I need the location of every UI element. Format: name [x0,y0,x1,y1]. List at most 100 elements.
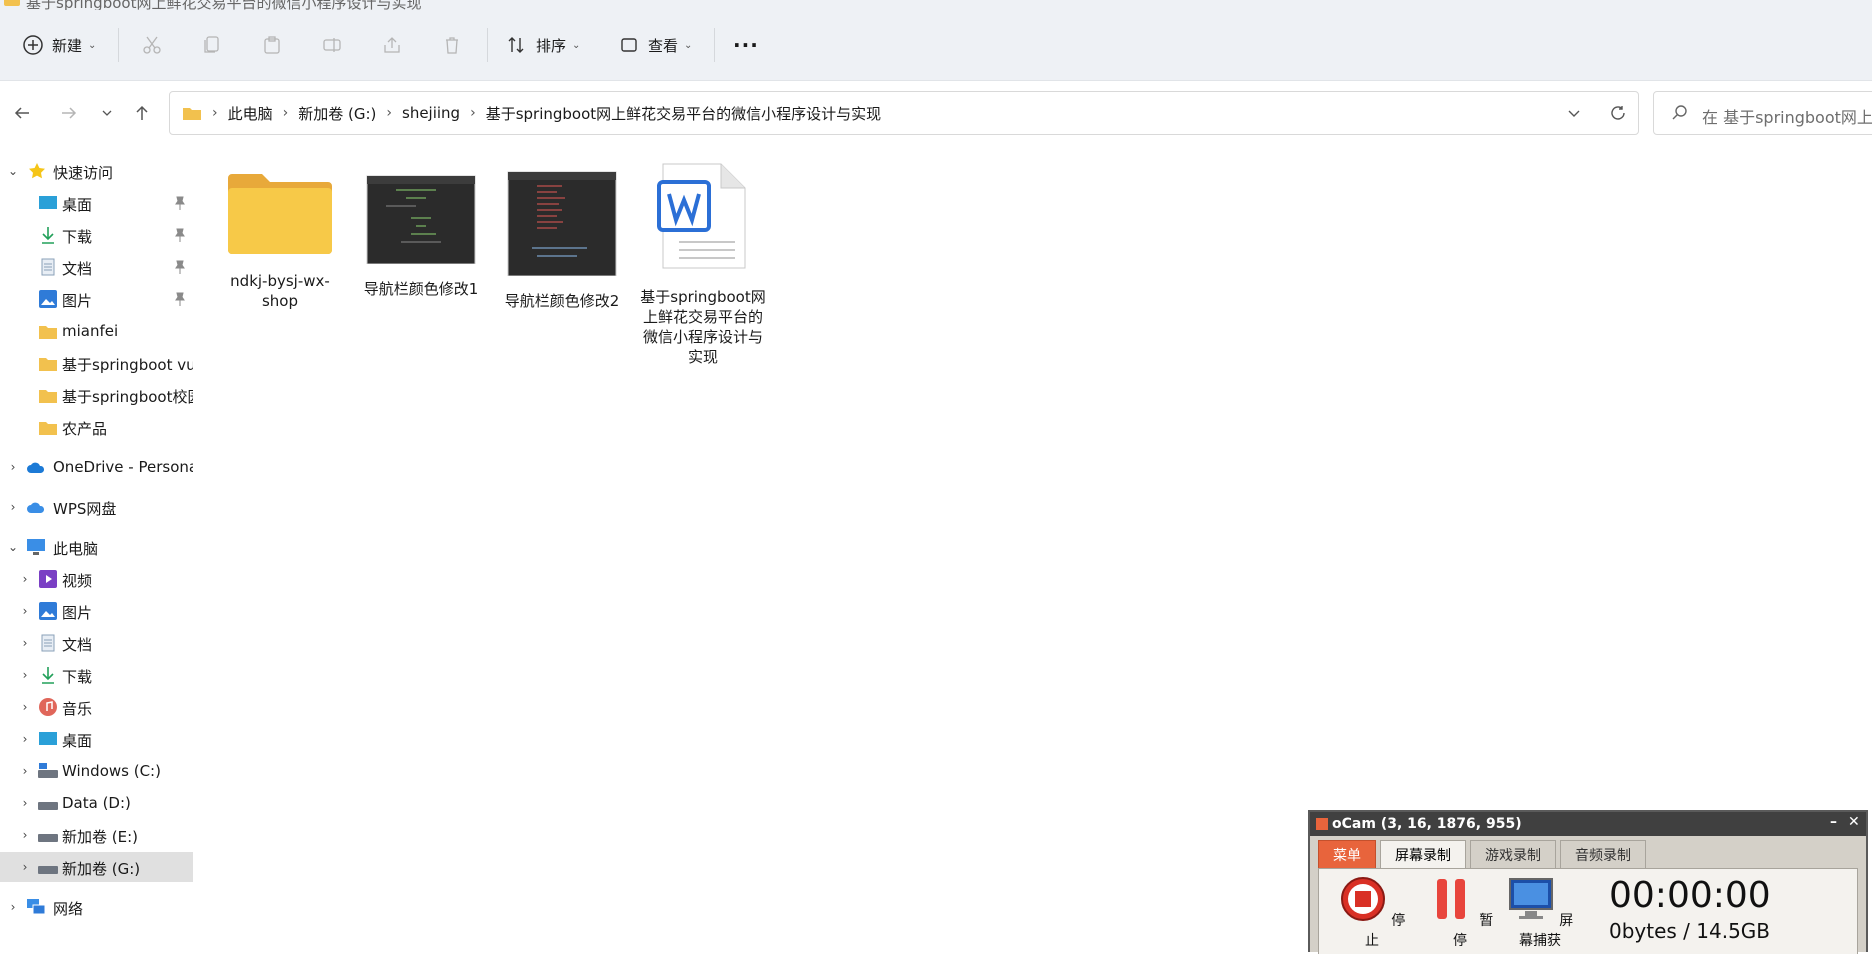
file-name: 导航栏颜色修改2 [504,292,620,310]
chevron-down-icon[interactable]: ⌄ [6,164,20,178]
copy-icon[interactable] [201,34,223,56]
pause-button[interactable]: 暂停 [1425,875,1495,950]
folder-icon [38,385,58,405]
sidebar-item-downloads[interactable]: 下载 [0,220,193,250]
sidebar-item-drive-g[interactable]: › 新加卷 (G:) [0,852,193,882]
chevron-right-icon[interactable]: › [18,572,32,586]
sidebar-item-drive-e[interactable]: › 新加卷 (E:) [0,820,193,850]
file-item-image[interactable]: 导航栏颜色修改2 [497,170,627,311]
chevron-right-icon[interactable]: › [18,636,32,650]
sidebar-item-folder[interactable]: mianfei [0,316,193,346]
folder-icon [38,353,58,373]
chevron-right-icon[interactable]: › [18,668,32,682]
forward-arrow-icon[interactable] [57,101,81,125]
sidebar-item-pictures[interactable]: 图片 [0,284,193,314]
chevron-right-icon[interactable]: › [18,860,32,874]
sidebar-item-drive-d[interactable]: › Data (D:) [0,788,193,818]
chevron-right-icon[interactable]: › [18,796,32,810]
sidebar-item-folder[interactable]: 基于springboot校园 [0,380,193,410]
sidebar-item-network[interactable]: › 网络 [0,892,193,922]
tab-game-recording[interactable]: 游戏录制 [1470,840,1556,868]
sort-button[interactable]: 排序 ⌄ [506,28,580,62]
breadcrumb-item[interactable]: 此电脑 [228,103,273,124]
ocam-logo-icon [1316,818,1328,830]
breadcrumb-item[interactable]: 基于springboot网上鲜花交易平台的微信小程序设计与实现 [486,103,881,124]
sidebar-item-wps[interactable]: › WPS网盘 [0,492,193,522]
file-item-image[interactable]: 导航栏颜色修改1 [356,170,486,299]
breadcrumb-item[interactable]: 新加卷 (G:) [298,103,376,124]
file-name: 导航栏颜色修改1 [363,280,479,298]
sidebar-item-downloads[interactable]: › 下载 [0,660,193,690]
tab-screen-recording[interactable]: 屏幕录制 [1380,840,1466,868]
window-title: 基于springboot网上鲜花交易平台的微信小程序设计与实现 [26,0,422,10]
sidebar-label: 新加卷 (G:) [62,860,141,878]
sidebar-item-this-pc[interactable]: ⌄ 此电脑 [0,532,193,562]
chevron-right-icon[interactable]: › [18,828,32,842]
history-chevron-icon[interactable] [1562,101,1586,125]
back-arrow-icon[interactable] [10,101,34,125]
tab-menu[interactable]: 菜单 [1318,840,1376,868]
star-icon [27,161,47,181]
delete-icon[interactable] [441,34,463,56]
chevron-down-icon[interactable]: ⌄ [6,540,20,554]
drive-icon [38,825,58,845]
sidebar-item-desktop[interactable]: › 桌面 [0,724,193,754]
picture-icon [38,289,58,309]
search-icon [1668,101,1692,125]
address-bar[interactable]: › 此电脑 › 新加卷 (G:) › shejiing › 基于springbo… [169,91,1639,135]
sidebar-item-videos[interactable]: › 视频 [0,564,193,594]
breadcrumb-item[interactable]: shejiing [402,104,460,122]
chevron-right-icon[interactable]: › [6,900,20,914]
file-item-folder[interactable]: ndkj-bysj-wx-shop [215,170,345,311]
cut-icon[interactable] [141,34,163,56]
sidebar-label: 文档 [62,636,93,654]
minimize-icon[interactable]: – [1830,814,1837,830]
sidebar-item-folder[interactable]: 农产品 [0,412,193,442]
sidebar-item-drive-c[interactable]: › Windows (C:) [0,756,193,786]
up-arrow-icon[interactable] [130,101,154,125]
chevron-right-icon[interactable]: › [18,700,32,714]
tab-audio-recording[interactable]: 音频录制 [1560,840,1646,868]
pin-icon[interactable] [174,196,186,210]
sidebar-item-music[interactable]: › 音乐 [0,692,193,722]
chevron-down-icon: ⌄ [684,39,693,51]
sidebar-label: OneDrive - Personal [53,458,193,476]
chevron-right-icon[interactable]: › [18,764,32,778]
sidebar-item-desktop[interactable]: 桌面 [0,188,193,218]
video-icon [38,569,58,589]
share-icon[interactable] [381,34,403,56]
close-icon[interactable]: ✕ [1848,814,1860,830]
chevron-right-icon[interactable]: › [18,732,32,746]
refresh-icon[interactable] [1606,101,1630,125]
view-label: 查看 [648,36,679,55]
sidebar-item-folder[interactable]: 基于springboot vue [0,348,193,378]
file-item-word-document[interactable]: 基于springboot网上鲜花交易平台的微信小程序设计与实现 [638,162,768,367]
screen-capture-button[interactable]: 屏幕捕获 [1505,875,1575,950]
more-options-button[interactable]: ··· [733,28,759,62]
chevron-right-icon[interactable]: › [6,460,20,474]
desktop-icon [38,729,58,749]
new-button[interactable]: 新建 ⌄ [22,28,96,62]
sidebar-item-quick-access[interactable]: ⌄ 快速访问 [0,156,193,186]
paste-icon[interactable] [261,34,283,56]
chevron-right-icon[interactable]: › [6,500,20,514]
chevron-right-icon: › [470,105,476,121]
sidebar-label: 此电脑 [53,540,99,558]
sidebar-label: 农产品 [62,420,108,438]
stop-button[interactable]: 停止 [1337,875,1407,950]
pin-icon[interactable] [174,228,186,242]
drive-icon [38,857,58,877]
rename-icon[interactable] [321,34,343,56]
view-button[interactable]: 查看 ⌄ [620,28,692,62]
pin-icon[interactable] [174,292,186,306]
sidebar-item-pictures[interactable]: › 图片 [0,596,193,626]
pin-icon[interactable] [174,260,186,274]
search-box[interactable]: 在 基于springboot网上鲜花交易平台的微信小程序设计与实现 中搜索 [1653,91,1872,135]
sidebar-item-documents[interactable]: 文档 [0,252,193,282]
recent-chevron-icon[interactable] [95,101,119,125]
sidebar-item-documents[interactable]: › 文档 [0,628,193,658]
sidebar-item-onedrive[interactable]: › OneDrive - Personal [0,452,193,482]
pause-icon [1436,879,1465,919]
word-document-icon [657,163,746,269]
chevron-right-icon[interactable]: › [18,604,32,618]
